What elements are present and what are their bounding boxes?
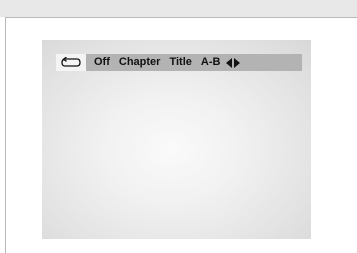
option-chapter[interactable]: Chapter [119, 54, 161, 71]
left-right-arrows-icon[interactable] [226, 57, 241, 68]
option-a-b[interactable]: A-B [201, 54, 221, 71]
option-off[interactable]: Off [94, 54, 110, 71]
repeat-menu-bar: Off Chapter Title A-B [56, 54, 302, 71]
repeat-icon-glyph [61, 57, 81, 67]
right-arrow-icon[interactable] [234, 57, 241, 68]
left-arrow-icon[interactable] [226, 57, 233, 68]
top-band [0, 0, 357, 17]
option-title[interactable]: Title [169, 54, 191, 71]
repeat-icon[interactable] [56, 54, 86, 71]
